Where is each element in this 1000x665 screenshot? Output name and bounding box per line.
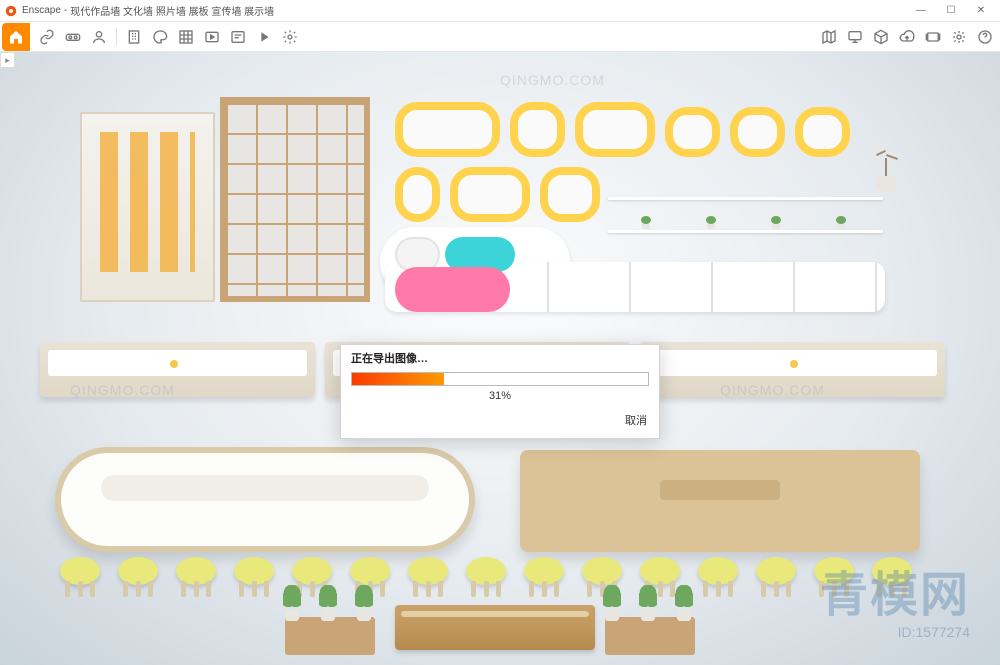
close-button[interactable]: ✕ [966,1,996,21]
app-name: Enscape [22,5,61,16]
yellow-frame [795,107,850,157]
stool [756,557,796,597]
yellow-frame [510,102,565,157]
stool [118,557,158,597]
stool [524,557,564,597]
shelf-line [608,230,883,233]
mini-plant [640,215,652,229]
app-icon [4,4,18,18]
cancel-button[interactable]: 取消 [625,412,647,428]
vr-glasses-icon[interactable] [61,25,85,49]
progress-bar [351,372,649,386]
play-icon[interactable] [252,25,276,49]
stool [872,557,912,597]
stool [234,557,274,597]
vase-branch [872,152,900,192]
shelf-grid [220,97,370,302]
oval-table [55,447,475,552]
palette-icon[interactable] [148,25,172,49]
home-button[interactable] [2,23,30,51]
document-title: 现代作品墙 文化墙 照片墙 展板 宣传墙 展示墙 [70,3,906,18]
window-controls: — ☐ ✕ [906,1,996,21]
mini-plant [835,215,847,229]
mini-plant [705,215,717,229]
maximize-button[interactable]: ☐ [936,1,966,21]
main-toolbar [0,22,1000,52]
title-separator: - [64,5,67,16]
stool [814,557,854,597]
tray-pink [395,267,510,312]
low-bench [40,342,315,397]
yellow-frame [665,107,720,157]
link-icon[interactable] [35,25,59,49]
low-bench [640,342,945,397]
export-progress-dialog: 正在导出图像… 31% 取消 [340,344,660,439]
dialog-footer: 取消 [341,408,659,438]
grid-icon[interactable] [174,25,198,49]
dialog-title: 正在导出图像… [341,345,659,366]
planter-right [595,575,705,655]
panel-settings-icon[interactable] [226,25,250,49]
shelf-line [608,197,883,200]
map-icon[interactable] [817,25,841,49]
person-icon[interactable] [87,25,111,49]
yellow-frame [575,102,655,157]
progress-bar-fill [352,373,444,385]
window-titlebar: Enscape - 现代作品墙 文化墙 照片墙 展板 宣传墙 展示墙 — ☐ ✕ [0,0,1000,22]
rect-table [520,450,920,552]
toolbar-separator [116,28,117,46]
yellow-frame [395,102,500,157]
mini-plant [770,215,782,229]
yellow-frame [730,107,785,157]
yellow-frame [395,167,440,222]
stool [176,557,216,597]
planter-left [275,575,385,655]
stool [408,557,448,597]
render-viewport[interactable]: ▸ [0,52,1000,665]
media-icon[interactable] [200,25,224,49]
burst-icon[interactable] [947,25,971,49]
gear-icon[interactable] [278,25,302,49]
progress-percent-label: 31% [341,388,659,408]
cloud-upload-icon[interactable] [895,25,919,49]
yellow-frame [450,167,530,222]
minimize-button[interactable]: — [906,1,936,21]
building-icon[interactable] [122,25,146,49]
stool [60,557,100,597]
stool [466,557,506,597]
cube-icon[interactable] [869,25,893,49]
cabinet-wheat [80,112,215,302]
help-icon[interactable] [973,25,997,49]
display-icon[interactable] [843,25,867,49]
yellow-frame [540,167,600,222]
slides-icon[interactable] [921,25,945,49]
center-rail [395,605,595,650]
